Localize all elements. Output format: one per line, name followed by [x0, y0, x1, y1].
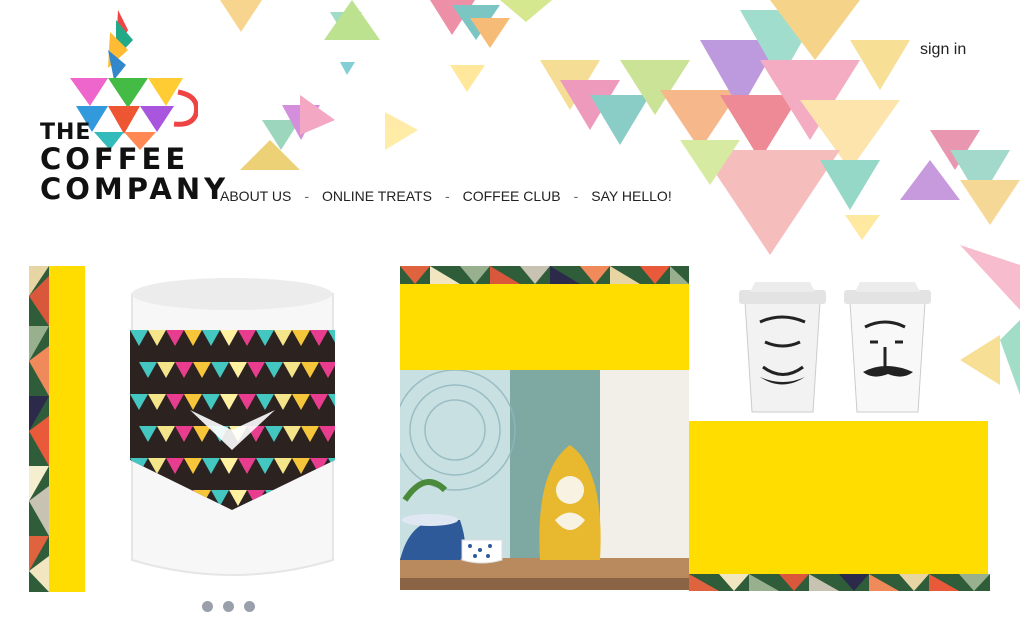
tea-cosy-photo — [400, 370, 689, 590]
brand-wordmark: THE COFFEE COMPANY — [40, 120, 230, 206]
sign-in-link[interactable]: sign in — [920, 41, 966, 59]
decorative-stripe-bottom — [689, 574, 990, 591]
main-nav: ABOUT US - ONLINE TREATS - COFFEE CLUB -… — [220, 188, 672, 204]
nav-online-treats[interactable]: ONLINE TREATS — [322, 188, 432, 204]
decorative-stripe-top — [400, 266, 689, 284]
slider-dot[interactable] — [202, 601, 213, 612]
nav-say-hello[interactable]: SAY HELLO! — [591, 188, 671, 204]
illustrated-cups-image — [739, 282, 931, 413]
nav-about-us[interactable]: ABOUT US — [220, 188, 291, 204]
slider-accent-block — [49, 266, 85, 592]
brand-line-3: COMPANY — [40, 172, 230, 206]
slider-dots — [202, 601, 255, 612]
nav-coffee-club[interactable]: COFFEE CLUB — [463, 188, 561, 204]
nav-separator: - — [573, 188, 579, 204]
product-tile-accent — [400, 284, 689, 370]
brand-line-1: THE — [40, 120, 92, 145]
decorative-stripe-left — [29, 266, 49, 592]
nav-separator: - — [444, 188, 450, 204]
slider-dot[interactable] — [244, 601, 255, 612]
slider-dot[interactable] — [223, 601, 234, 612]
geometric-mug-image — [130, 278, 335, 576]
product-tile-accent — [689, 421, 988, 574]
nav-separator: - — [304, 188, 309, 204]
brand-line-2: COFFEE — [40, 142, 190, 176]
